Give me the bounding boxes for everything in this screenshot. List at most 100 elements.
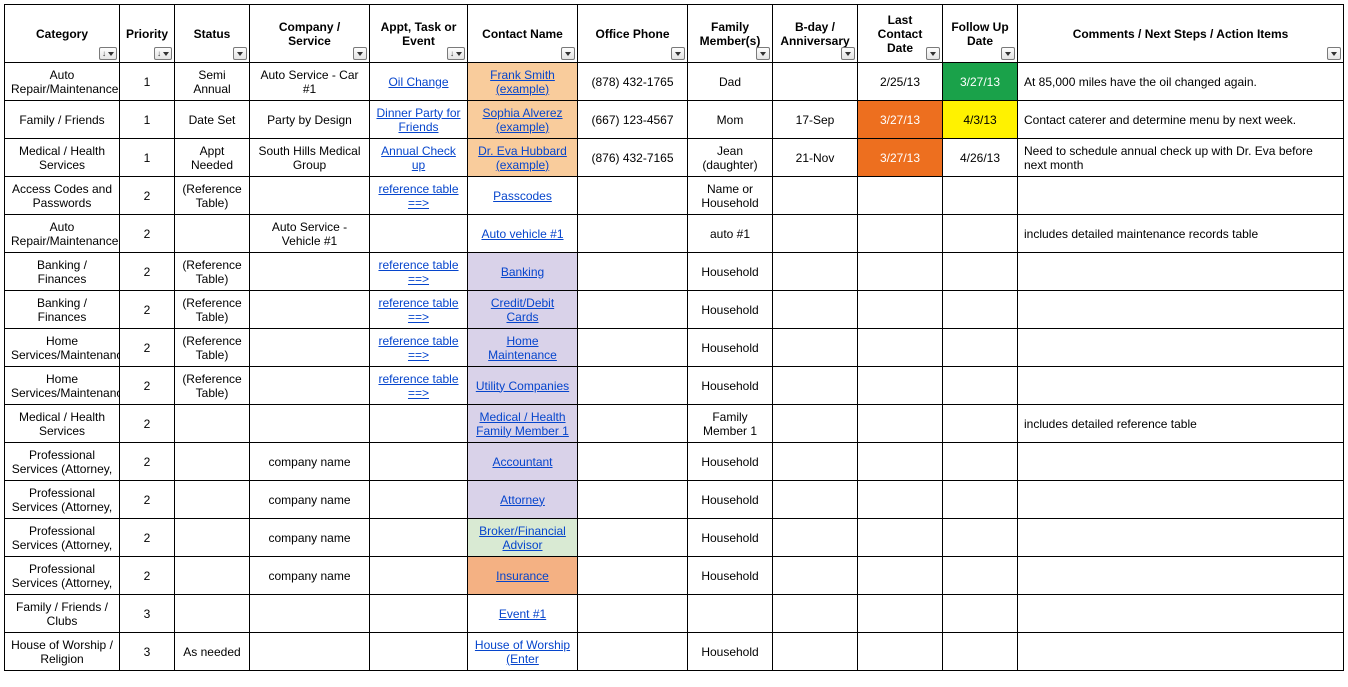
cell-link[interactable]: Annual Check up <box>381 144 456 172</box>
table-cell: South Hills Medical Group <box>250 139 370 177</box>
table-cell: Appt Needed <box>175 139 250 177</box>
table-cell: Frank Smith (example) <box>468 63 578 101</box>
table-cell <box>858 329 943 367</box>
header-comments: Comments / Next Steps / Action Items <box>1018 5 1344 63</box>
cell-link[interactable]: reference table ==> <box>378 372 458 400</box>
table-cell <box>858 291 943 329</box>
cell-link[interactable]: reference table ==> <box>378 182 458 210</box>
table-cell: 3/27/13 <box>943 63 1018 101</box>
cell-link[interactable]: Accountant <box>492 455 552 469</box>
cell-link[interactable]: reference table ==> <box>378 334 458 362</box>
filter-icon[interactable] <box>841 47 855 60</box>
cell-link[interactable]: Oil Change <box>388 75 448 89</box>
table-cell: 4/26/13 <box>943 139 1018 177</box>
cell-link[interactable]: Medical / Health Family Member 1 <box>476 410 569 438</box>
table-cell: reference table ==> <box>370 329 468 367</box>
sort-icon[interactable]: ↓ <box>154 47 172 60</box>
header-bday: B-day / Anniversary <box>773 5 858 63</box>
cell-link[interactable]: Home Maintenance <box>488 334 557 362</box>
cell-link[interactable]: Insurance <box>496 569 549 583</box>
header-label: Comments / Next Steps / Action Items <box>1073 27 1289 41</box>
filter-icon[interactable] <box>756 47 770 60</box>
cell-link[interactable]: Frank Smith (example) <box>490 68 555 96</box>
header-phone: Office Phone <box>578 5 688 63</box>
filter-icon[interactable] <box>1327 47 1341 60</box>
table-cell: company name <box>250 481 370 519</box>
table-cell: Oil Change <box>370 63 468 101</box>
table-cell: (Reference Table) <box>175 367 250 405</box>
table-cell: Banking <box>468 253 578 291</box>
table-cell: Professional Services (Attorney, <box>5 481 120 519</box>
table-cell <box>773 633 858 671</box>
cell-link[interactable]: Utility Companies <box>476 379 569 393</box>
table-cell: 3/27/13 <box>858 139 943 177</box>
table-cell: company name <box>250 519 370 557</box>
filter-icon[interactable] <box>1001 47 1015 60</box>
table-cell <box>943 329 1018 367</box>
table-cell <box>370 215 468 253</box>
table-cell: Accountant <box>468 443 578 481</box>
cell-link[interactable]: Credit/Debit Cards <box>491 296 554 324</box>
table-cell <box>943 481 1018 519</box>
table-cell: 2 <box>120 443 175 481</box>
table-cell <box>578 329 688 367</box>
table-cell <box>175 595 250 633</box>
cell-link[interactable]: Sophia Alverez (example) <box>482 106 562 134</box>
table-cell <box>1018 177 1344 215</box>
table-cell <box>175 519 250 557</box>
table-cell <box>578 215 688 253</box>
header-row: Category↓ Priority↓ Status Company / Ser… <box>5 5 1344 63</box>
cell-link[interactable]: Broker/Financial Advisor <box>479 524 566 552</box>
header-category: Category↓ <box>5 5 120 63</box>
filter-icon[interactable] <box>233 47 247 60</box>
header-label: Status <box>194 27 231 41</box>
table-cell: Professional Services (Attorney, <box>5 443 120 481</box>
cell-link[interactable]: Attorney <box>500 493 545 507</box>
filter-icon[interactable] <box>353 47 367 60</box>
cell-link[interactable]: reference table ==> <box>378 296 458 324</box>
table-cell: 2 <box>120 519 175 557</box>
table-cell <box>773 215 858 253</box>
table-cell <box>1018 443 1344 481</box>
table-row: House of Worship / Religion3As neededHou… <box>5 633 1344 671</box>
filter-icon[interactable] <box>926 47 940 60</box>
cell-link[interactable]: Auto vehicle #1 <box>481 227 563 241</box>
table-cell: 3/27/13 <box>858 101 943 139</box>
table-cell: Semi Annual <box>175 63 250 101</box>
table-cell: Household <box>688 329 773 367</box>
sort-icon[interactable]: ↓ <box>99 47 117 60</box>
header-status: Status <box>175 5 250 63</box>
table-cell <box>688 595 773 633</box>
header-label: Follow Up Date <box>951 20 1008 48</box>
table-cell: Need to schedule annual check up with Dr… <box>1018 139 1344 177</box>
table-cell <box>1018 367 1344 405</box>
table-cell: At 85,000 miles have the oil changed aga… <box>1018 63 1344 101</box>
table-row: Home Services/Maintenance2(Reference Tab… <box>5 329 1344 367</box>
header-appt: Appt, Task or Event↓ <box>370 5 468 63</box>
header-label: Family Member(s) <box>700 20 761 48</box>
table-cell: Family / Friends <box>5 101 120 139</box>
table-cell <box>943 215 1018 253</box>
cell-link[interactable]: Banking <box>501 265 544 279</box>
header-label: Company / Service <box>279 20 340 48</box>
table-cell <box>943 177 1018 215</box>
filter-icon[interactable] <box>561 47 575 60</box>
cell-link[interactable]: Passcodes <box>493 189 552 203</box>
cell-link[interactable]: reference table ==> <box>378 258 458 286</box>
table-cell: (Reference Table) <box>175 329 250 367</box>
sort-icon[interactable]: ↓ <box>447 47 465 60</box>
table-cell: Household <box>688 481 773 519</box>
table-cell: Medical / Health Family Member 1 <box>468 405 578 443</box>
cell-link[interactable]: House of Worship (Enter <box>475 638 570 666</box>
table-cell: 2 <box>120 253 175 291</box>
header-label: Appt, Task or Event <box>381 20 457 48</box>
table-cell <box>858 519 943 557</box>
table-cell: Banking / Finances <box>5 253 120 291</box>
filter-icon[interactable] <box>671 47 685 60</box>
table-cell <box>175 405 250 443</box>
table-cell <box>578 557 688 595</box>
cell-link[interactable]: Dr. Eva Hubbard (example) <box>478 144 567 172</box>
table-cell: Household <box>688 291 773 329</box>
cell-link[interactable]: Dinner Party for Friends <box>376 106 460 134</box>
cell-link[interactable]: Event #1 <box>499 607 546 621</box>
